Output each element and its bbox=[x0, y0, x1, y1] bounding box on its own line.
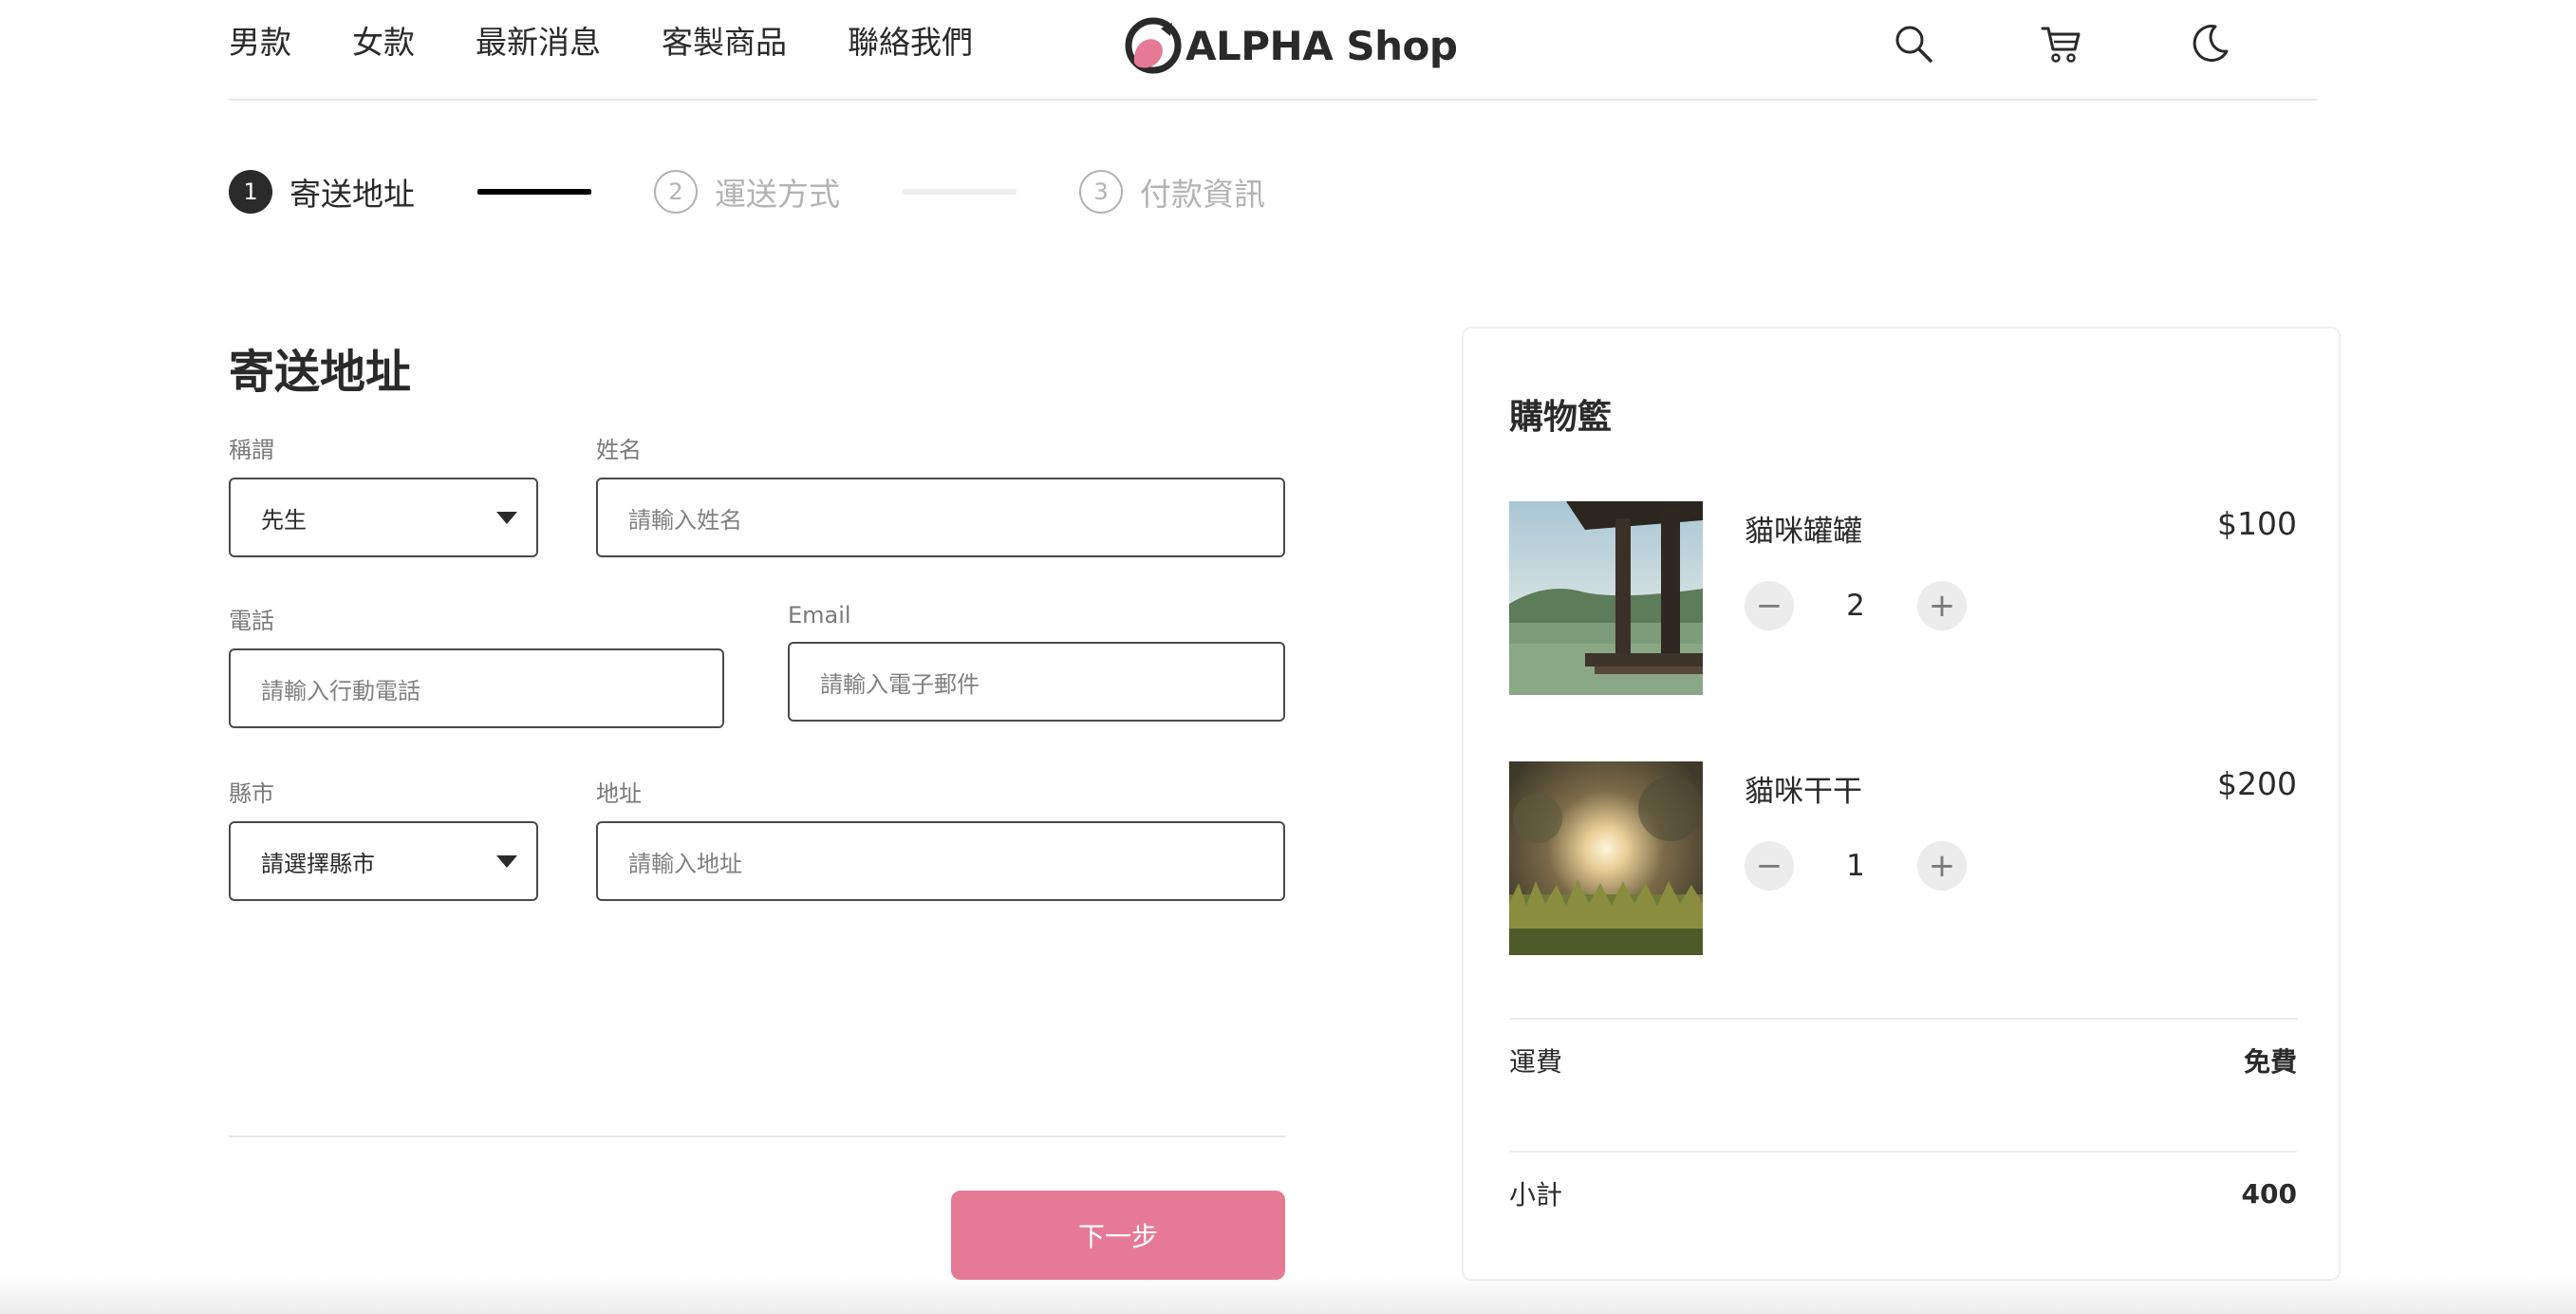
plus-icon[interactable]: + bbox=[1917, 581, 1967, 630]
minus-icon[interactable]: − bbox=[1745, 581, 1794, 630]
moon-icon[interactable] bbox=[2183, 17, 2236, 70]
caret-down-icon bbox=[496, 854, 517, 868]
quantity-stepper: − 1 + bbox=[1745, 841, 1967, 891]
phone-field: 電話 請輸入行動電話 bbox=[229, 602, 724, 728]
salutation-select[interactable]: 先生 bbox=[229, 478, 538, 557]
phone-label: 電話 bbox=[229, 608, 274, 634]
checkout-page: 男款 女款 最新消息 客製商品 聯絡我們 ALPHA Shop 1 寄送地址 2… bbox=[0, 0, 2576, 1314]
email-placeholder: 請輸入電子郵件 bbox=[820, 670, 980, 698]
header-actions bbox=[1887, 17, 2331, 70]
address-placeholder: 請輸入地址 bbox=[628, 850, 742, 877]
phone-placeholder: 請輸入行動電話 bbox=[261, 677, 420, 704]
salutation-value: 先生 bbox=[261, 506, 307, 534]
nav-link-news[interactable]: 最新消息 bbox=[476, 19, 601, 66]
name-field: 姓名 請輸入姓名 bbox=[596, 431, 1285, 557]
nav-link-women[interactable]: 女款 bbox=[352, 19, 415, 66]
name-label: 姓名 bbox=[596, 437, 642, 463]
main-nav: 男款 女款 最新消息 客製商品 聯絡我們 bbox=[229, 19, 1034, 66]
nav-link-men[interactable]: 男款 bbox=[229, 19, 291, 66]
checkout-stepper: 1 寄送地址 2 運送方式 3 付款資訊 bbox=[229, 169, 1265, 215]
quantity-value: 1 bbox=[1846, 849, 1865, 883]
nav-link-contact[interactable]: 聯絡我們 bbox=[848, 19, 973, 66]
nav-link-custom[interactable]: 客製商品 bbox=[662, 19, 787, 66]
subtotal-value: 400 bbox=[2241, 1177, 2297, 1210]
item-price: $100 bbox=[2217, 505, 2297, 542]
step-payment-info: 3 付款資訊 bbox=[1079, 169, 1265, 215]
step-connector bbox=[903, 189, 1017, 195]
step-label: 運送方式 bbox=[715, 176, 840, 213]
city-value: 請選擇縣市 bbox=[261, 850, 375, 877]
email-label: Email bbox=[788, 602, 851, 629]
city-label: 縣市 bbox=[229, 780, 274, 807]
step-label: 寄送地址 bbox=[289, 176, 415, 213]
salutation-field: 稱謂 先生 bbox=[229, 431, 538, 557]
phone-input[interactable]: 請輸入行動電話 bbox=[229, 648, 724, 728]
shipping-value: 免費 bbox=[2243, 1046, 2297, 1078]
name-placeholder: 請輸入姓名 bbox=[628, 506, 742, 534]
subtotal-label: 小計 bbox=[1509, 1179, 1563, 1211]
brand-logo[interactable]: ALPHA Shop bbox=[1123, 15, 1458, 76]
step-delivery-method: 2 運送方式 bbox=[654, 169, 840, 215]
cart-divider bbox=[1509, 1151, 2297, 1153]
plus-icon[interactable]: + bbox=[1917, 841, 1967, 891]
next-step-button[interactable]: 下一步 bbox=[951, 1191, 1285, 1280]
email-input[interactable]: 請輸入電子郵件 bbox=[788, 642, 1285, 722]
cart-divider bbox=[1509, 1018, 2297, 1020]
address-input[interactable]: 請輸入地址 bbox=[596, 821, 1285, 901]
item-price: $200 bbox=[2217, 765, 2297, 802]
cart-item: 貓咪罐罐 $100 − 2 + bbox=[1509, 501, 2297, 695]
shipping-row: 運費 免費 bbox=[1509, 1035, 2297, 1086]
item-name: 貓咪干干 bbox=[1745, 775, 1862, 809]
header-divider bbox=[229, 99, 2317, 101]
cart-panel: 購物籃 貓咪罐罐 $100 − 2 + 貓咪干干 $200 − 1 + 運費 免… bbox=[1462, 327, 2341, 1281]
quantity-value: 2 bbox=[1846, 589, 1865, 623]
product-image-sunset-grass bbox=[1509, 761, 1703, 955]
email-field: Email 請輸入電子郵件 bbox=[788, 602, 1285, 722]
subtotal-row: 小計 400 bbox=[1509, 1168, 2297, 1219]
quantity-stepper: − 2 + bbox=[1745, 581, 1967, 630]
step-number: 3 bbox=[1079, 170, 1123, 214]
caret-down-icon bbox=[496, 511, 517, 524]
shipping-label: 運費 bbox=[1509, 1046, 1563, 1078]
step-shipping-address: 1 寄送地址 bbox=[229, 169, 415, 215]
step-connector bbox=[477, 189, 591, 195]
step-number: 2 bbox=[654, 170, 698, 214]
name-input[interactable]: 請輸入姓名 bbox=[596, 478, 1285, 557]
product-image-lake-pier bbox=[1509, 501, 1703, 695]
city-select[interactable]: 請選擇縣市 bbox=[229, 821, 538, 901]
item-name: 貓咪罐罐 bbox=[1745, 515, 1862, 549]
minus-icon[interactable]: − bbox=[1745, 841, 1794, 891]
bottom-shadow bbox=[0, 1276, 2576, 1314]
step-number: 1 bbox=[229, 170, 272, 214]
salutation-label: 稱謂 bbox=[229, 437, 274, 463]
address-label: 地址 bbox=[596, 780, 642, 807]
city-field: 縣市 請選擇縣市 bbox=[229, 775, 538, 901]
alpha-logo-icon bbox=[1125, 17, 1182, 74]
form-divider bbox=[229, 1136, 1285, 1137]
cart-title: 購物籃 bbox=[1509, 398, 1613, 437]
search-icon[interactable] bbox=[1887, 17, 1940, 70]
form-title: 寄送地址 bbox=[229, 346, 412, 399]
step-label: 付款資訊 bbox=[1140, 176, 1265, 213]
cart-item: 貓咪干干 $200 − 1 + bbox=[1509, 761, 2297, 955]
cart-icon[interactable] bbox=[2035, 17, 2088, 70]
address-field: 地址 請輸入地址 bbox=[596, 775, 1285, 901]
brand-name: ALPHA Shop bbox=[1185, 22, 1458, 69]
